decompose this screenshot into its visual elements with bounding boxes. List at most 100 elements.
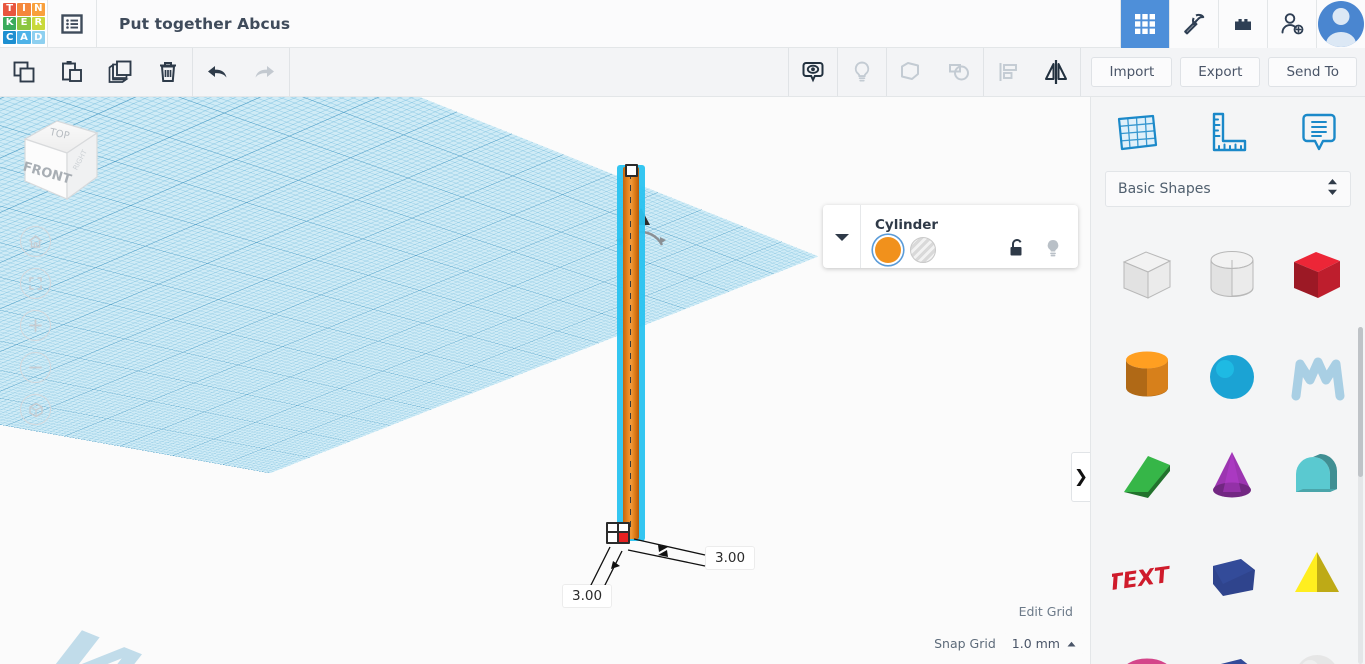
logo-tile-t: T [3, 2, 17, 16]
ungroup-button[interactable] [935, 48, 983, 96]
header-actions [1120, 0, 1365, 48]
designs-grid-icon[interactable] [1120, 0, 1169, 48]
workplane-tool[interactable] [1091, 109, 1182, 155]
cylinder-body [623, 167, 639, 539]
3d-canvas[interactable]: Work TOP FRONT RIGHT [0, 97, 1090, 664]
dimension-label-y[interactable]: 3.00 [563, 585, 612, 607]
toolbar-text-buttons: Import Export Send To [1081, 57, 1365, 87]
panel-collapse-tab[interactable]: ❯ [1071, 452, 1090, 502]
svg-text:TEXT: TEXT [1112, 562, 1171, 597]
edit-toolbar: Import Export Send To [0, 48, 1365, 97]
shape-torus[interactable] [1105, 625, 1190, 664]
snap-grid-value: 1.0 mm [1011, 636, 1060, 651]
zoom-in-button[interactable] [20, 310, 51, 341]
undo-button[interactable] [193, 48, 241, 96]
unlock-icon[interactable] [1008, 238, 1026, 262]
blocks-brick-icon[interactable] [1218, 0, 1267, 48]
snap-grid-label: Snap Grid [934, 636, 996, 651]
app-header: TINKERCAD Put together Abcus [0, 0, 1365, 48]
cylinder-object[interactable] [617, 164, 645, 541]
logo-tile-d: D [31, 31, 45, 45]
solid-color-swatch[interactable] [875, 237, 901, 263]
align-button[interactable] [984, 48, 1032, 96]
shapes-scrollbar[interactable] [1358, 327, 1363, 664]
inspector-controls [875, 237, 1066, 263]
export-button[interactable]: Export [1180, 57, 1261, 87]
tinkercad-app: TINKERCAD Put together Abcus Import Expo… [0, 0, 1365, 664]
shape-library-value: Basic Shapes [1118, 181, 1211, 197]
shape-polygon[interactable] [1190, 525, 1275, 625]
logo-tile-e: E [17, 16, 31, 31]
snap-grid-select[interactable]: 1.0 mm [1002, 633, 1085, 654]
shape-sphere[interactable] [1190, 325, 1275, 425]
ruler-tool[interactable] [1182, 109, 1273, 155]
shape-text[interactable]: TEXT [1105, 525, 1190, 625]
logo-tile-a: A [17, 31, 31, 45]
copy-button[interactable] [0, 48, 48, 96]
shape-wedge[interactable] [1105, 425, 1190, 525]
zoom-out-button[interactable] [20, 352, 51, 383]
scrollbar-thumb[interactable] [1358, 327, 1363, 477]
edit-grid-button[interactable]: Edit Grid [1006, 600, 1085, 623]
shape-inspector-panel: Cylinder [823, 205, 1078, 268]
logo-tile-i: I [17, 2, 31, 16]
shapes-grid: TEXT [1091, 225, 1365, 664]
shape-roof[interactable] [1274, 425, 1359, 525]
shape-box-hole[interactable] [1105, 225, 1190, 325]
select-stepper-icon [1327, 178, 1338, 200]
chevron-up-icon [1067, 641, 1076, 646]
avatar[interactable] [1316, 0, 1365, 48]
workplane-watermark: Work [16, 621, 369, 664]
panel-tool-icons [1091, 97, 1365, 167]
shapes-panel: Basic Shapes TEXT [1090, 97, 1365, 664]
shape-cylinder-hole[interactable] [1190, 225, 1275, 325]
orthographic-toggle-button[interactable] [20, 394, 51, 425]
add-person-icon[interactable] [1267, 0, 1316, 48]
shape-cylinder[interactable] [1105, 325, 1190, 425]
lightbulb-button[interactable] [838, 48, 886, 96]
show-hide-eye-button[interactable] [789, 48, 837, 96]
redo-button[interactable] [241, 48, 289, 96]
view-cube[interactable]: TOP FRONT RIGHT [13, 115, 109, 211]
inspector-title: Cylinder [875, 217, 939, 233]
mirror-button[interactable] [1032, 48, 1080, 96]
collapse-caret-icon[interactable] [823, 205, 861, 268]
list-menu-icon[interactable] [48, 0, 96, 48]
shape-box[interactable] [1274, 225, 1359, 325]
duplicate-button[interactable] [96, 48, 144, 96]
shape-half-sphere[interactable] [1274, 625, 1359, 664]
send-to-button[interactable]: Send To [1268, 57, 1357, 87]
toolbar-divider-2 [289, 48, 290, 96]
import-button[interactable]: Import [1091, 57, 1173, 87]
logo-tile-n: N [31, 2, 45, 16]
logo-tile-k: K [3, 16, 17, 31]
group-button[interactable] [887, 48, 935, 96]
logo-tile-r: R [31, 16, 45, 31]
paste-button[interactable] [48, 48, 96, 96]
note-tool[interactable] [1274, 109, 1365, 155]
shape-scribble[interactable] [1274, 325, 1359, 425]
shape-pyramid[interactable] [1274, 525, 1359, 625]
cylinder-center-dash [630, 173, 631, 533]
home-view-button[interactable] [20, 226, 51, 257]
hole-swatch[interactable] [910, 237, 936, 263]
user-avatar-image [1318, 0, 1364, 47]
logo-tile-c: C [3, 31, 17, 45]
lightbulb-icon[interactable] [1044, 238, 1062, 263]
fit-to-view-button[interactable] [20, 268, 51, 299]
shape-cone[interactable] [1190, 425, 1275, 525]
tinkercad-logo[interactable]: TINKERCAD [1, 0, 47, 47]
workplane-grid[interactable] [0, 97, 819, 474]
shape-tube[interactable] [1190, 625, 1275, 664]
workplane-wrapper: Work [0, 97, 1090, 664]
codeblocks-pickaxe-icon[interactable] [1169, 0, 1218, 48]
dimension-label-x[interactable]: 3.00 [706, 547, 755, 569]
inspector-icon-group [1008, 238, 1066, 263]
top-scale-handle[interactable] [624, 164, 638, 177]
shape-library-select[interactable]: Basic Shapes [1105, 171, 1351, 207]
header-divider-2 [96, 0, 97, 48]
inspector-body: Cylinder [861, 210, 1078, 263]
snap-grid-control: Snap Grid 1.0 mm [934, 633, 1085, 654]
page-title: Put together Abcus [119, 14, 291, 33]
delete-button[interactable] [144, 48, 192, 96]
